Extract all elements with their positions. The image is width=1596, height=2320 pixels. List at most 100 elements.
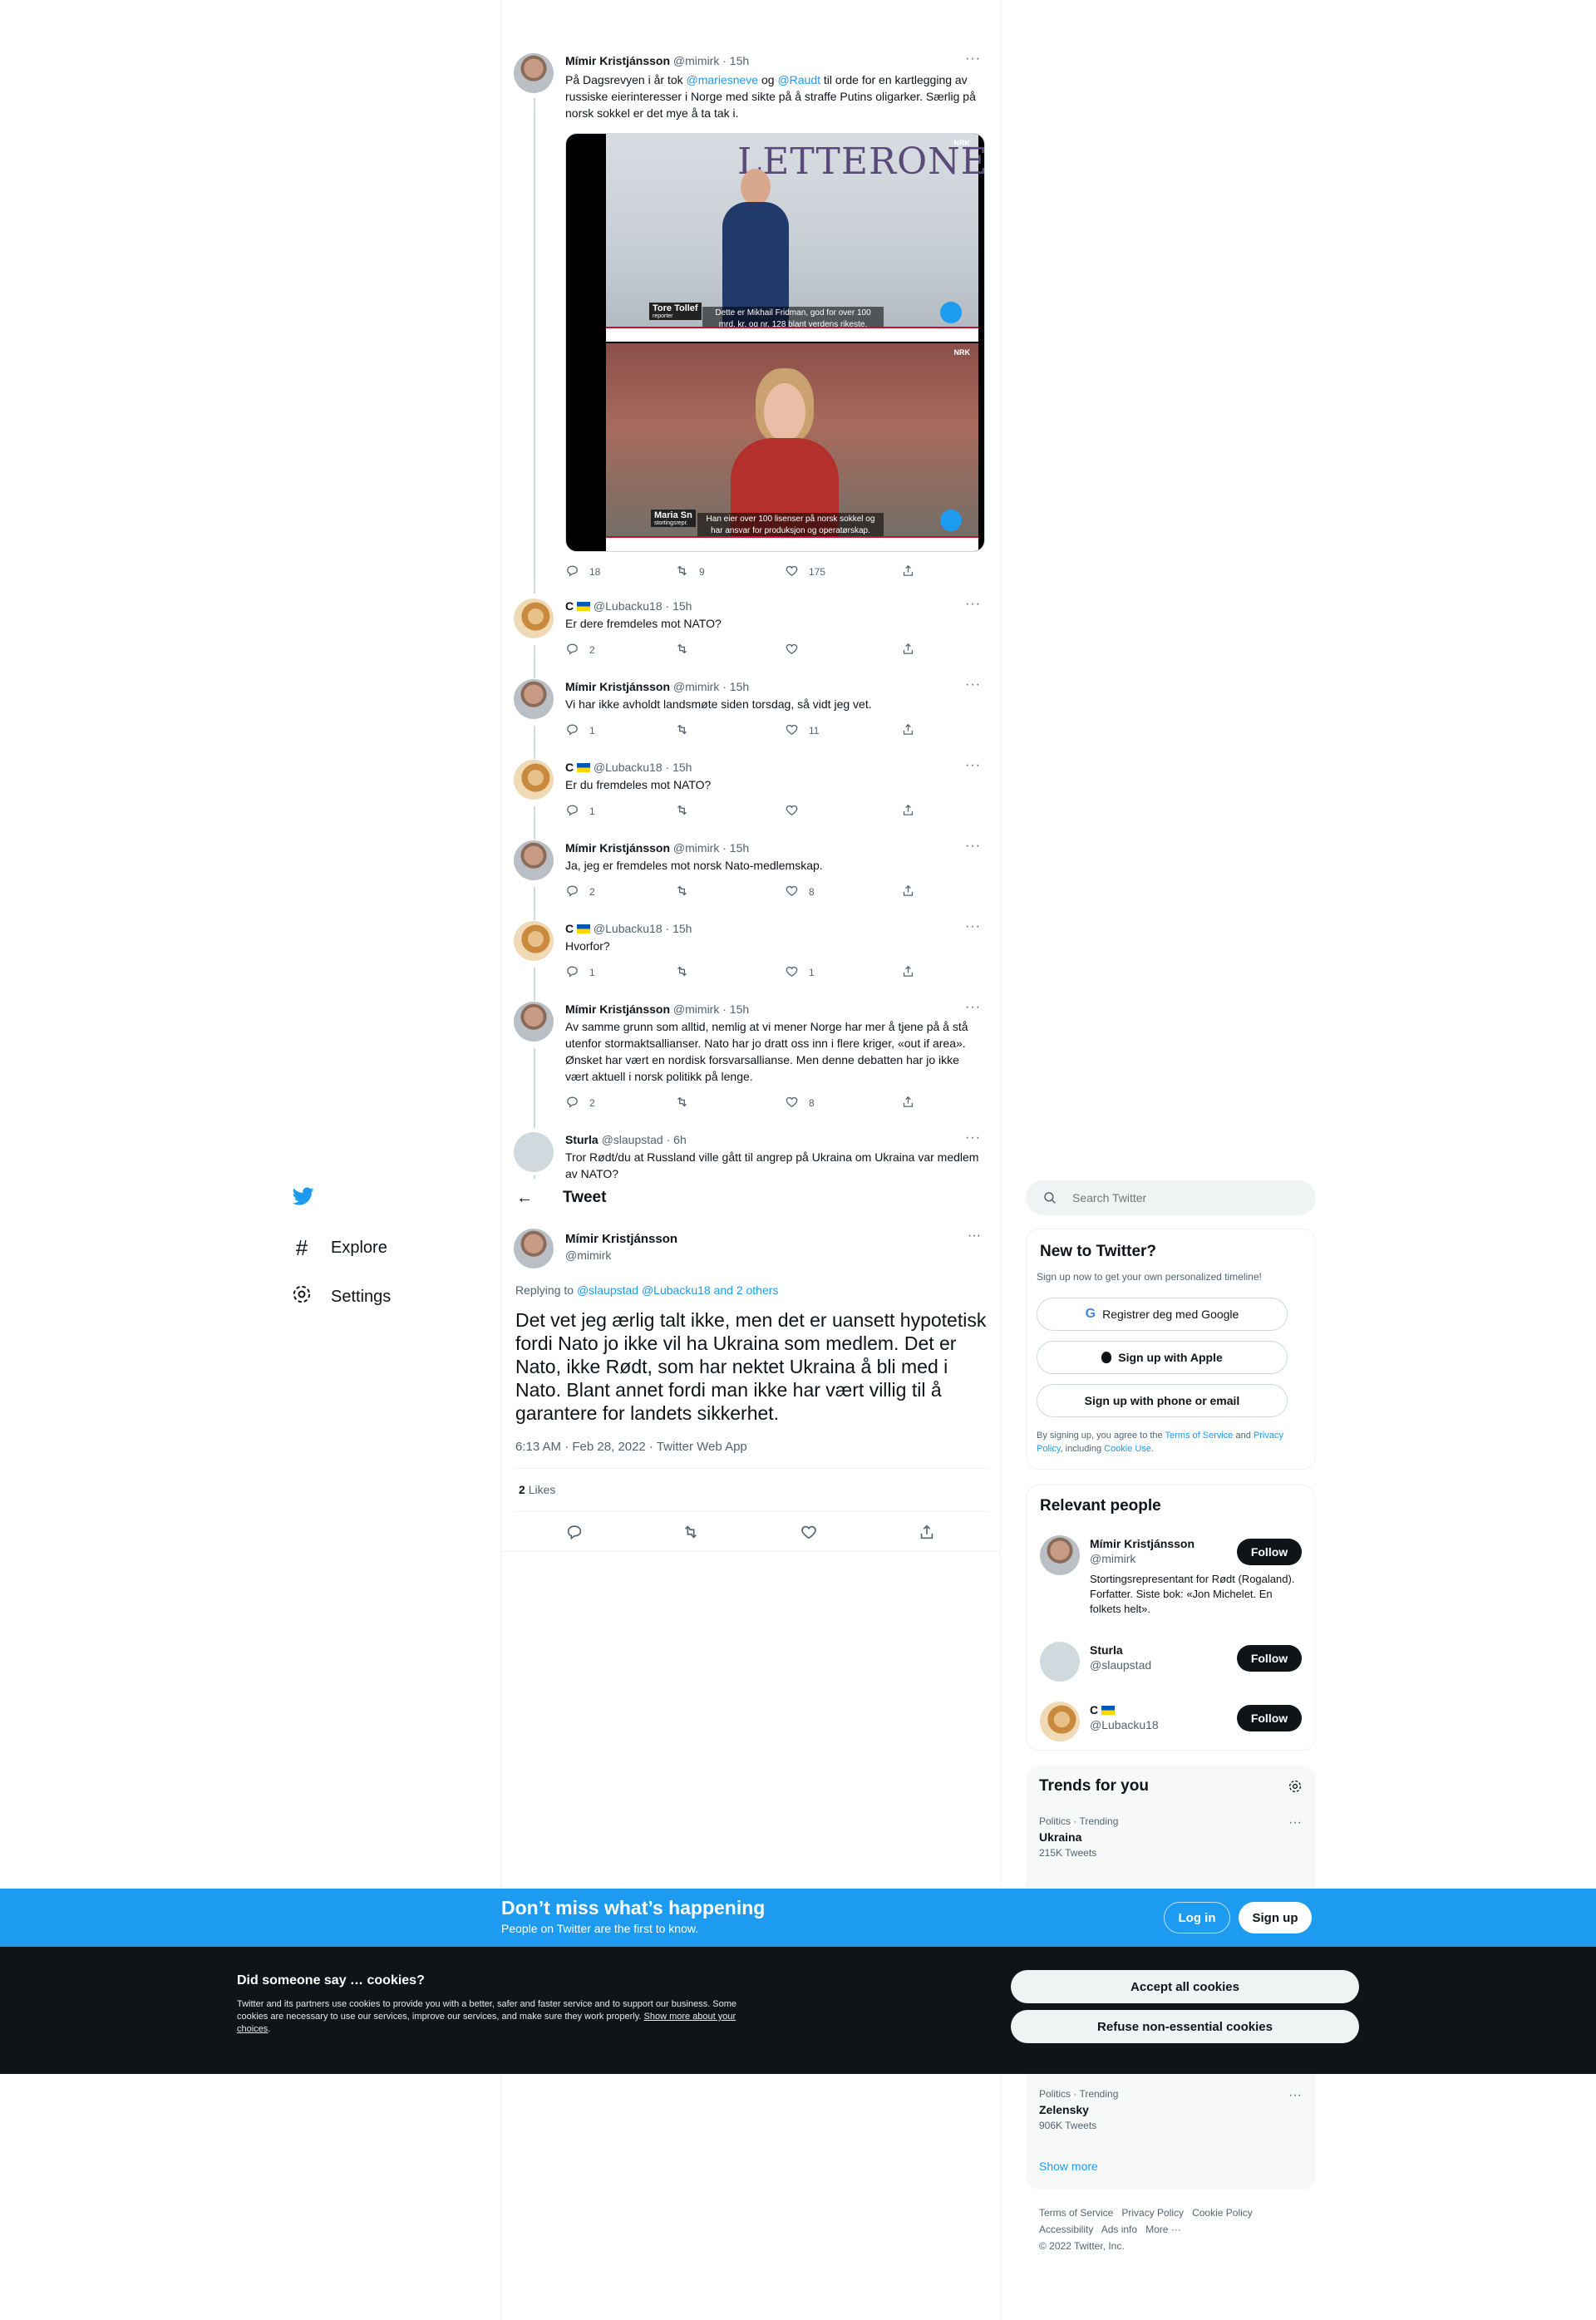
thread-tweet[interactable]: C @Lubacku18 · 15h ··· Er du fremdeles mot… [514,758,989,820]
google-signup-button[interactable]: G Registrer deg med Google [1037,1298,1288,1331]
author-name[interactable]: Mímir Kristjánsson [565,841,670,855]
thread-tweet[interactable]: Mímir Kristjánsson @mimirk · 15h ··· Ja, j… [514,839,989,900]
more-icon[interactable]: ··· [965,677,981,692]
footer-privacy-link[interactable]: Privacy Policy [1121,2207,1184,2219]
like-button[interactable]: 11 [785,722,819,739]
author-handle[interactable]: @Lubacku18 [594,761,663,774]
author-name[interactable]: Mímir Kristjánsson [565,54,670,67]
signup-button[interactable]: Sign up [1239,1902,1312,1933]
reply-button[interactable]: 1 [565,722,595,739]
trend-item[interactable]: Politics · Trending Zelensky 906K Tweets… [1039,2088,1302,2138]
avatar[interactable] [514,760,554,800]
apple-signup-button[interactable]: Sign up with Apple [1037,1341,1288,1374]
like-button[interactable]: 1 [785,964,815,981]
avatar[interactable] [514,1132,554,1172]
share-button[interactable] [901,564,915,580]
author-name[interactable]: Sturla [565,1133,598,1146]
footer-more-link[interactable]: More ··· [1145,2224,1181,2235]
share-button[interactable] [901,1095,915,1111]
show-more-link[interactable]: Show more [1039,2160,1098,2173]
phone-signup-button[interactable]: Sign up with phone or email [1037,1384,1288,1417]
heart-icon[interactable] [800,1523,818,1541]
share-button[interactable] [901,964,915,981]
avatar[interactable] [1040,1642,1080,1682]
reply-icon[interactable] [565,1523,584,1541]
retweet-button[interactable] [675,722,699,739]
author-name[interactable]: C [565,922,574,935]
author-handle[interactable]: @Lubacku18 [594,922,663,935]
share-button[interactable] [901,722,915,739]
retweet-button[interactable] [675,1095,699,1111]
author-name[interactable]: Mímir Kristjánsson [565,1232,677,1246]
mention-link[interactable]: @Raudt [777,73,820,86]
avatar[interactable] [514,679,554,719]
cookie-link[interactable]: Cookie Use [1104,1444,1151,1454]
thread-tweet[interactable]: Mímir Kristjánsson @mimirk · 15h ··· Vi ha… [514,677,989,739]
gear-icon[interactable] [1288,1779,1303,1794]
person-name[interactable]: C [1090,1703,1116,1717]
retweet-button[interactable]: 9 [675,564,705,580]
thread-tweet[interactable]: Mímir Kristjánsson @mimirk · 15h ··· Av sa… [514,1000,989,1111]
author-name[interactable]: C [565,599,574,613]
reply-button[interactable]: 2 [565,1095,595,1111]
retweet-button[interactable] [675,642,699,658]
back-arrow-icon[interactable]: ← [516,1189,533,1208]
person-name[interactable]: Sturla [1090,1643,1123,1657]
footer-accessibility-link[interactable]: Accessibility [1039,2224,1093,2235]
avatar[interactable] [514,921,554,961]
tweet-time[interactable]: · 15h [666,599,692,613]
like-button[interactable]: 8 [785,1095,815,1111]
video-progress-bar[interactable] [732,545,849,548]
twitter-logo-icon[interactable] [291,1185,316,1207]
more-icon[interactable]: ··· [965,758,981,773]
like-button[interactable]: 8 [785,884,815,900]
tweet-time[interactable]: · 15h [666,922,692,935]
nav-explore[interactable]: # Explore [291,1235,387,1261]
more-icon[interactable]: ··· [965,1000,981,1015]
author-handle[interactable]: @mimirk [673,1002,719,1016]
retweet-button[interactable] [675,884,699,900]
retweet-button[interactable] [675,964,699,981]
retweet-icon[interactable] [682,1523,700,1541]
nav-settings[interactable]: Settings [291,1283,391,1310]
tweet-time[interactable]: · 15h [722,680,749,693]
thread-tweet[interactable]: C @Lubacku18 · 15h ··· Er dere fremdeles m… [514,597,989,658]
terms-link[interactable]: Terms of Service [1165,1431,1234,1441]
avatar[interactable] [514,53,554,93]
footer-cookie-link[interactable]: Cookie Policy [1192,2207,1253,2219]
reply-button[interactable]: 18 [565,564,600,580]
more-icon[interactable]: ··· [965,919,981,934]
more-icon[interactable]: ··· [965,839,981,854]
retweet-button[interactable] [675,803,699,820]
tweet-time[interactable]: · 15h [722,54,749,67]
share-button[interactable] [901,803,915,820]
tweet-time[interactable]: · 15h [666,761,692,774]
follow-button[interactable]: Follow [1237,1705,1302,1731]
footer-ads-link[interactable]: Ads info [1101,2224,1137,2235]
author-name[interactable]: C [565,761,574,774]
tweet-time[interactable]: · 15h [722,1002,749,1016]
replying-to-links[interactable]: @slaupstad @Lubacku18 and 2 others [577,1283,778,1297]
search-input[interactable] [1072,1190,1297,1206]
share-icon[interactable] [918,1523,936,1541]
more-icon[interactable]: ··· [1288,2088,1302,2103]
person-handle[interactable]: @Lubacku18 [1090,1718,1159,1731]
avatar[interactable] [514,1002,554,1042]
person-name[interactable]: Mímir Kristjánsson [1090,1537,1195,1550]
author-handle[interactable]: @mimirk [673,841,719,855]
mention-link[interactable]: @mariesneve [687,73,759,86]
like-button[interactable]: 175 [785,564,825,580]
search-bar[interactable] [1026,1180,1316,1215]
author-handle[interactable]: @mimirk [673,54,719,67]
likes-summary[interactable]: 2 Likes [519,1483,555,1496]
avatar[interactable] [514,1229,554,1268]
tweet-meta[interactable]: 6:13 AM · Feb 28, 2022 · Twitter Web App [515,1440,747,1454]
person-handle[interactable]: @slaupstad [1090,1658,1151,1672]
video-player[interactable]: LETTERONE NRK Tore Tollef reporter Dette… [565,133,985,552]
more-icon[interactable]: ··· [965,597,981,612]
author-name[interactable]: Mímir Kristjánsson [565,1002,670,1016]
avatar[interactable] [514,598,554,638]
author-handle[interactable]: @mimirk [673,680,719,693]
footer-terms-link[interactable]: Terms of Service [1039,2207,1113,2219]
tweet-time[interactable]: · 6h [667,1133,687,1146]
